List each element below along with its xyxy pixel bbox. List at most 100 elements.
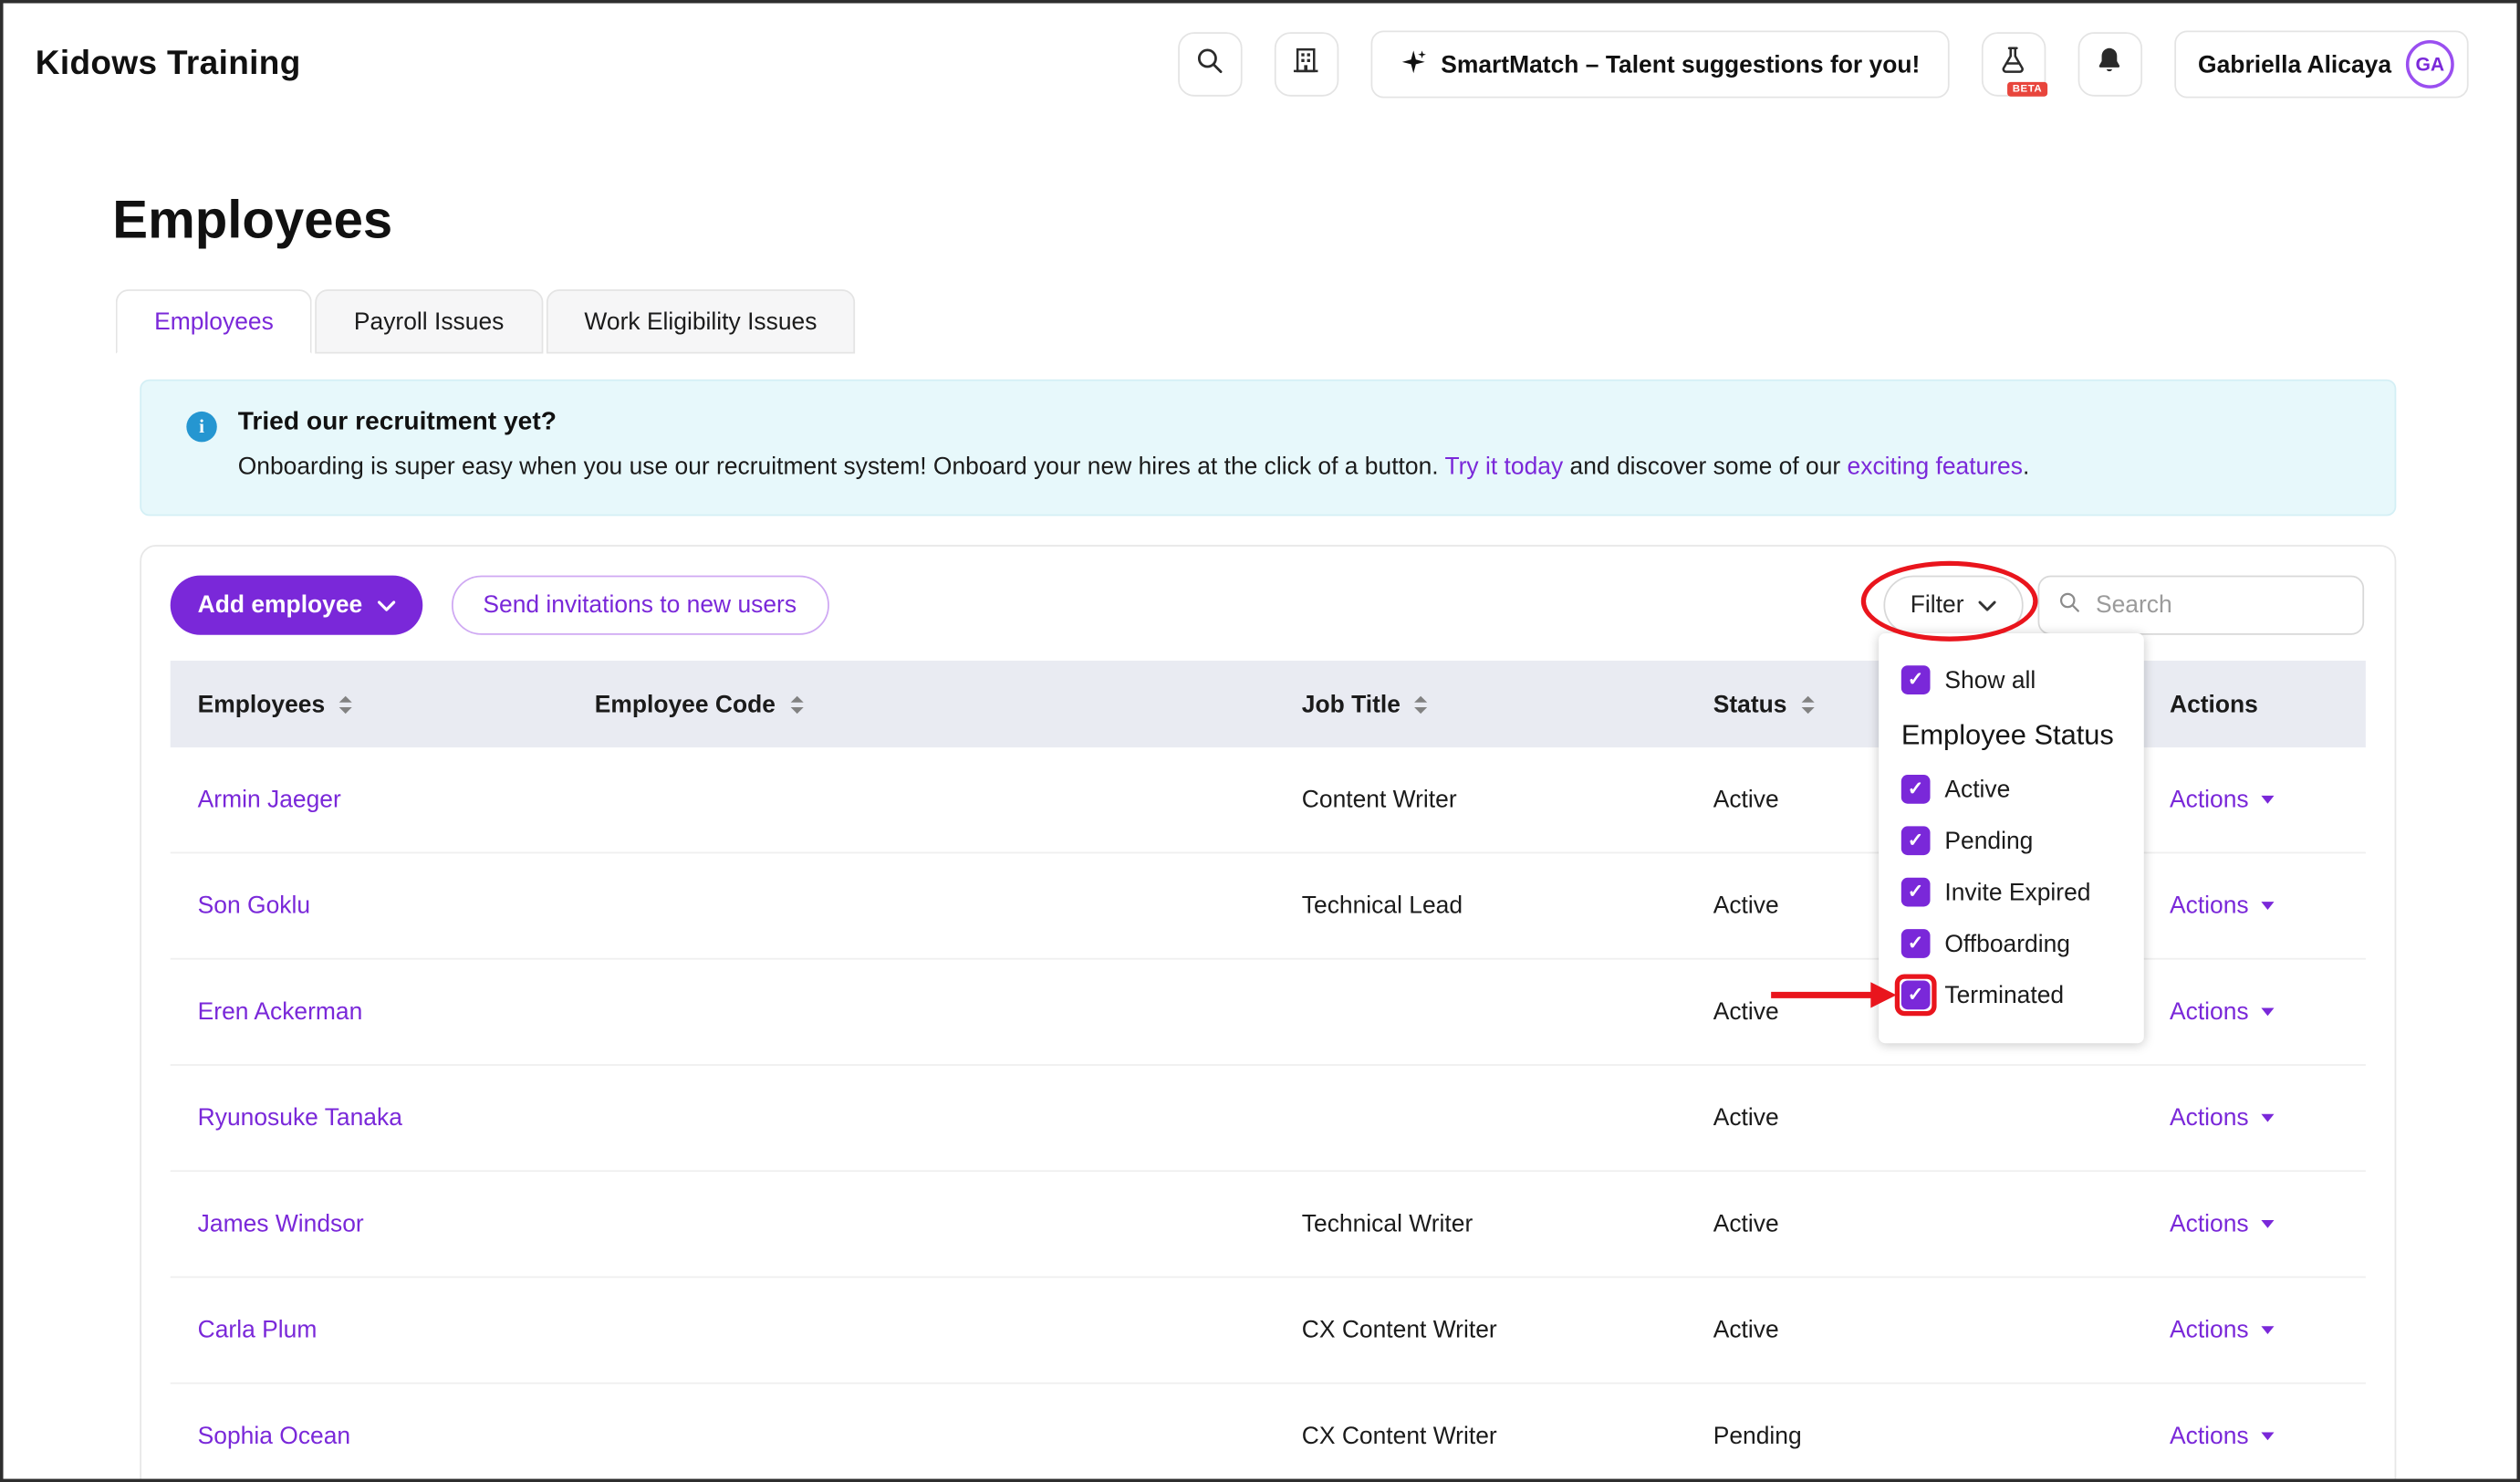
- chevron-down-icon: [2262, 796, 2275, 804]
- status-cell: Active: [1686, 1317, 2142, 1344]
- column-header-employees: Employees: [171, 691, 568, 718]
- tab-bar: Employees Payroll Issues Work Eligibilit…: [116, 289, 2390, 353]
- checkbox-checked[interactable]: [1901, 930, 1931, 959]
- chevron-down-icon: [2262, 1433, 2275, 1441]
- chevron-down-icon: [2262, 903, 2275, 911]
- try-it-today-link[interactable]: Try it today: [1444, 454, 1563, 481]
- tab-employees[interactable]: Employees: [116, 289, 312, 353]
- beta-badge: BETA: [2007, 82, 2046, 97]
- sort-icon[interactable]: [1415, 696, 1428, 713]
- banner-body: Onboarding is super easy when you use ou…: [238, 452, 2030, 485]
- checkbox-checked[interactable]: [1901, 827, 1931, 856]
- row-actions-button[interactable]: Actions: [2170, 1423, 2275, 1450]
- job-title-cell: Content Writer: [1275, 787, 1686, 814]
- notifications-button[interactable]: [2077, 32, 2141, 96]
- row-actions-button[interactable]: Actions: [2170, 998, 2275, 1026]
- company-button[interactable]: [1274, 32, 1338, 96]
- chevron-down-icon: [2262, 1114, 2275, 1122]
- recruitment-banner: i Tried our recruitment yet? Onboarding …: [140, 380, 2396, 517]
- chevron-down-icon: [377, 592, 394, 620]
- checkbox-checked[interactable]: [1901, 981, 1931, 1010]
- column-header-actions: Actions: [2142, 691, 2366, 718]
- row-actions-button[interactable]: Actions: [2170, 1105, 2275, 1132]
- filter-option-terminated[interactable]: Terminated: [1879, 970, 2144, 1021]
- filter-option-label: Active: [1944, 776, 2010, 803]
- banner-body-text-2: and discover some of our: [1563, 454, 1847, 481]
- add-employee-button[interactable]: Add employee: [171, 576, 422, 635]
- tab-payroll-issues[interactable]: Payroll Issues: [316, 289, 543, 353]
- table-row: Carla Plum CX Content Writer Active Acti…: [171, 1278, 2366, 1384]
- brand-title: Kidows Training: [36, 45, 301, 83]
- employee-name-link[interactable]: Carla Plum: [198, 1317, 318, 1344]
- table-row: James Windsor Technical Writer Active Ac…: [171, 1173, 2366, 1278]
- filter-option-label: Terminated: [1944, 982, 2064, 1009]
- row-actions-button[interactable]: Actions: [2170, 1211, 2275, 1238]
- search-icon: [1194, 45, 1224, 83]
- checkbox-checked[interactable]: [1901, 666, 1931, 695]
- search-field-wrap: [2038, 576, 2365, 635]
- main-content: Employees Employees Payroll Issues Work …: [4, 190, 2517, 1482]
- banner-body-text-1: Onboarding is super easy when you use ou…: [238, 454, 1445, 481]
- employee-name-link[interactable]: James Windsor: [198, 1211, 364, 1238]
- sparkle-icon: [1399, 47, 1426, 81]
- checkbox-checked[interactable]: [1901, 878, 1931, 907]
- user-menu[interactable]: Gabriella Alicaya GA: [2174, 30, 2469, 98]
- labs-button[interactable]: BETA: [1981, 32, 2045, 96]
- employee-name-link[interactable]: Sophia Ocean: [198, 1423, 350, 1450]
- filter-label: Filter: [1911, 592, 1964, 620]
- app-root: Kidows Training SmartMatch – Talent sugg…: [0, 0, 2520, 1482]
- employee-name-link[interactable]: Ryunosuke Tanaka: [198, 1105, 402, 1132]
- filter-option-label: Show all: [1944, 667, 2036, 694]
- checkbox-checked[interactable]: [1901, 775, 1931, 804]
- filter-button[interactable]: Filter: [1883, 576, 2024, 635]
- add-employee-label: Add employee: [198, 592, 363, 620]
- building-icon: [1291, 45, 1321, 83]
- sort-icon[interactable]: [1801, 696, 1814, 713]
- column-header-job-title: Job Title: [1275, 691, 1686, 718]
- page-title: Employees: [112, 190, 2390, 251]
- job-title-cell: CX Content Writer: [1275, 1317, 1686, 1344]
- chevron-down-icon: [2262, 1008, 2275, 1017]
- topbar-actions: SmartMatch – Talent suggestions for you!…: [1177, 30, 2468, 98]
- job-title-cell: Technical Writer: [1275, 1211, 1686, 1238]
- top-bar: Kidows Training SmartMatch – Talent sugg…: [4, 4, 2517, 126]
- filter-dropdown: Show all Employee Status Active Pending …: [1879, 633, 2144, 1043]
- sort-icon[interactable]: [790, 696, 803, 713]
- tab-work-eligibility-issues[interactable]: Work Eligibility Issues: [546, 289, 856, 353]
- send-invitations-button[interactable]: Send invitations to new users: [451, 576, 828, 635]
- filter-option-pending[interactable]: Pending: [1879, 816, 2144, 867]
- search-icon: [2057, 590, 2081, 621]
- chevron-down-icon: [1978, 592, 1995, 620]
- job-title-cell: Technical Lead: [1275, 892, 1686, 920]
- banner-text: Tried our recruitment yet? Onboarding is…: [238, 408, 2030, 484]
- chevron-down-icon: [2262, 1327, 2275, 1335]
- table-row: Ryunosuke Tanaka Active Actions: [171, 1066, 2366, 1172]
- filter-option-label: Pending: [1944, 828, 2033, 855]
- employee-name-link[interactable]: Eren Ackerman: [198, 998, 363, 1026]
- row-actions-button[interactable]: Actions: [2170, 1317, 2275, 1344]
- job-title-cell: CX Content Writer: [1275, 1423, 1686, 1450]
- row-actions-button[interactable]: Actions: [2170, 787, 2275, 814]
- employee-name-link[interactable]: Armin Jaeger: [198, 787, 341, 814]
- banner-body-text-3: .: [2023, 454, 2029, 481]
- filter-option-label: Invite Expired: [1944, 879, 2090, 906]
- column-header-employee-code: Employee Code: [568, 691, 1275, 718]
- filter-option-label: Offboarding: [1944, 930, 2070, 957]
- filter-option-offboarding[interactable]: Offboarding: [1879, 918, 2144, 969]
- row-actions-button[interactable]: Actions: [2170, 892, 2275, 920]
- exciting-features-link[interactable]: exciting features: [1848, 454, 2023, 481]
- search-button[interactable]: [1177, 32, 1241, 96]
- employee-name-link[interactable]: Son Goklu: [198, 892, 310, 920]
- smartmatch-button[interactable]: SmartMatch – Talent suggestions for you!: [1370, 30, 1949, 98]
- flask-icon: [1998, 45, 2028, 83]
- filter-option-invite-expired[interactable]: Invite Expired: [1879, 867, 2144, 918]
- filter-option-show-all[interactable]: Show all: [1879, 654, 2144, 705]
- sort-icon[interactable]: [339, 696, 352, 713]
- avatar: GA: [2406, 40, 2454, 89]
- search-input[interactable]: [2092, 590, 2345, 621]
- table-row: Sophia Ocean CX Content Writer Pending A…: [171, 1384, 2366, 1482]
- status-cell: Active: [1686, 1105, 2142, 1132]
- filter-option-active[interactable]: Active: [1879, 764, 2144, 815]
- chevron-down-icon: [2262, 1220, 2275, 1228]
- smartmatch-label: SmartMatch – Talent suggestions for you!: [1441, 50, 1920, 78]
